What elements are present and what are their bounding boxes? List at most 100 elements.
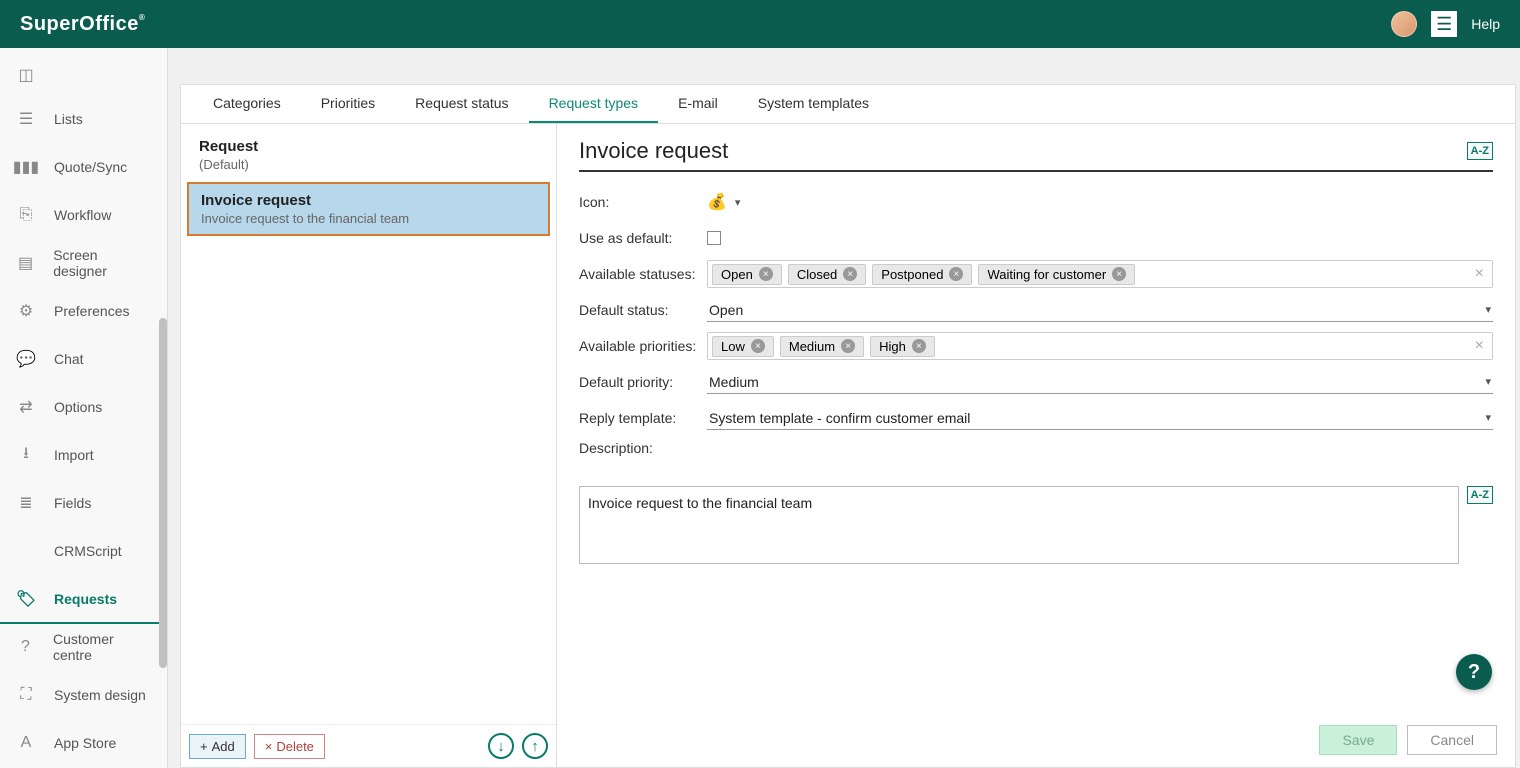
remove-tag-button[interactable]: ×: [751, 339, 765, 353]
money-bag-icon: 💰: [707, 192, 727, 212]
remove-tag-button[interactable]: ×: [843, 267, 857, 281]
list-item[interactable]: Invoice request Invoice request to the fi…: [187, 182, 550, 236]
default-priority-select[interactable]: Medium ▾: [707, 371, 1493, 394]
default-priority-value: Medium: [709, 374, 759, 390]
list-item-title: Invoice request: [201, 192, 536, 209]
list-item[interactable]: Request(Default): [187, 130, 550, 180]
list-item-subtitle: Invoice request to the financial team: [201, 211, 536, 226]
request-types-list-panel: Request(Default)Invoice requestInvoice r…: [181, 124, 557, 767]
label-default-status: Default status:: [579, 302, 707, 318]
tab-bar: CategoriesPrioritiesRequest statusReques…: [181, 85, 1515, 124]
reply-template-select[interactable]: System template - confirm customer email…: [707, 407, 1493, 430]
add-button[interactable]: + Add: [189, 734, 246, 759]
clear-statuses-button[interactable]: ×: [1471, 265, 1488, 283]
sidebar-item-workflow[interactable]: ⎘Workflow: [0, 192, 167, 240]
clear-priorities-button[interactable]: ×: [1471, 337, 1488, 355]
sidebar-item-chat[interactable]: 💬 Chat: [0, 336, 167, 384]
sidebar-item-fields[interactable]: ≣Fields: [0, 480, 167, 528]
tab-request-status[interactable]: Request status: [395, 85, 528, 123]
default-status-select[interactable]: Open ▾: [707, 299, 1493, 322]
sidebar-item-customer-centre[interactable]: ?Customer centre: [0, 624, 167, 672]
available-statuses-field[interactable]: Open×Closed×Postponed×Waiting for custom…: [707, 260, 1493, 288]
status-tag: Waiting for customer×: [978, 264, 1135, 285]
sidebar-item-quote-sync[interactable]: ▮▮▮ Quote/Sync: [0, 144, 167, 192]
priority-tag: High ×: [870, 336, 935, 357]
chat-icon: 💬: [16, 349, 36, 369]
reply-template-value: System template - confirm customer email: [709, 410, 970, 426]
tag-label: Postponed: [881, 267, 943, 282]
icon-picker[interactable]: 💰 ▾: [707, 192, 740, 212]
workflow-icon: ⎘: [16, 206, 36, 224]
x-icon: ×: [265, 739, 273, 754]
sidebar-item-label: Preferences: [54, 303, 129, 319]
list-item-title: Request: [199, 138, 538, 155]
tag-label: High: [879, 339, 906, 354]
move-down-button[interactable]: ↓: [488, 733, 514, 759]
tab-categories[interactable]: Categories: [193, 85, 301, 123]
save-button[interactable]: Save: [1319, 725, 1397, 755]
options-icon: ⇄: [16, 397, 36, 417]
delete-label: Delete: [276, 739, 314, 754]
label-description: Description:: [579, 440, 707, 456]
tag-label: Open: [721, 267, 753, 282]
help-link[interactable]: Help: [1471, 16, 1500, 32]
sidebar-item-label: Chat: [54, 351, 84, 367]
sidebar-item-lists[interactable]: ☰Lists: [0, 96, 167, 144]
sidebar-item-label: CRMScript: [54, 543, 122, 559]
preferences-icon: ⚙: [16, 301, 36, 321]
sidebar-item-crmscript[interactable]: CRMScript: [0, 528, 167, 576]
quote-sync-icon: ▮▮▮: [16, 157, 36, 177]
sidebar-item-label: Screen designer: [53, 247, 151, 279]
add-label: Add: [212, 739, 235, 754]
sidebar-item-screen-designer[interactable]: ▤Screen designer: [0, 240, 167, 288]
priority-tag: Medium×: [780, 336, 864, 357]
az-sort-button[interactable]: A-Z: [1467, 142, 1493, 160]
sidebar-scrollbar[interactable]: [159, 318, 167, 668]
sidebar-item-label: Quote/Sync: [54, 159, 127, 175]
sidebar-item-label: Requests: [54, 591, 117, 607]
remove-tag-button[interactable]: ×: [759, 267, 773, 281]
label-available-statuses: Available statuses:: [579, 266, 707, 282]
use-default-checkbox[interactable]: [707, 231, 721, 245]
sidebar-item-requests[interactable]: 🏷Requests: [0, 576, 167, 624]
chevron-down-icon: ▾: [1485, 411, 1491, 424]
sidebar-item-options[interactable]: ⇄Options: [0, 384, 167, 432]
delete-button[interactable]: × Delete: [254, 734, 325, 759]
sidebar-item-preferences[interactable]: ⚙ Preferences: [0, 288, 167, 336]
tab-e-mail[interactable]: E-mail: [658, 85, 738, 123]
sidebar-item-system-design[interactable]: ⛶System design: [0, 672, 167, 720]
default-status-value: Open: [709, 302, 743, 318]
sidebar-item-panel-toggle[interactable]: ◫: [0, 56, 167, 96]
tag-label: Closed: [797, 267, 837, 282]
available-priorities-field[interactable]: Low×Medium×High××: [707, 332, 1493, 360]
tab-priorities[interactable]: Priorities: [301, 85, 395, 123]
remove-tag-button[interactable]: ×: [912, 339, 926, 353]
tab-system-templates[interactable]: System templates: [738, 85, 889, 123]
app-menu-button[interactable]: ☰: [1431, 11, 1457, 37]
fields-icon: ≣: [16, 493, 36, 513]
cancel-button[interactable]: Cancel: [1407, 725, 1497, 755]
label-available-priorities: Available priorities:: [579, 338, 707, 354]
brand-logo: SuperOffice®: [20, 13, 145, 36]
chevron-down-icon: ▾: [735, 196, 741, 209]
sidebar-item-import[interactable]: ⭳Import: [0, 432, 167, 480]
remove-tag-button[interactable]: ×: [1112, 267, 1126, 281]
app-header: SuperOffice® ☰ Help: [0, 0, 1520, 48]
description-textarea[interactable]: [579, 486, 1459, 564]
sidebar-item-app-store[interactable]: AApp Store: [0, 720, 167, 768]
sidebar-item-label: Customer centre: [53, 631, 151, 663]
sidebar-item-label: Lists: [54, 111, 83, 127]
help-fab[interactable]: ?: [1456, 654, 1492, 690]
list-actions: + Add × Delete ↓ ↑: [181, 724, 556, 767]
az-sort-button-desc[interactable]: A-Z: [1467, 486, 1493, 504]
tab-request-types[interactable]: Request types: [529, 85, 659, 123]
system-design-icon: ⛶: [16, 686, 36, 704]
move-up-button[interactable]: ↑: [522, 733, 548, 759]
status-tag: Closed ×: [788, 264, 866, 285]
remove-tag-button[interactable]: ×: [949, 267, 963, 281]
label-default-priority: Default priority:: [579, 374, 707, 390]
brand-text: SuperOffice: [20, 13, 139, 35]
avatar[interactable]: [1391, 11, 1417, 37]
label-use-default: Use as default:: [579, 230, 707, 246]
remove-tag-button[interactable]: ×: [841, 339, 855, 353]
